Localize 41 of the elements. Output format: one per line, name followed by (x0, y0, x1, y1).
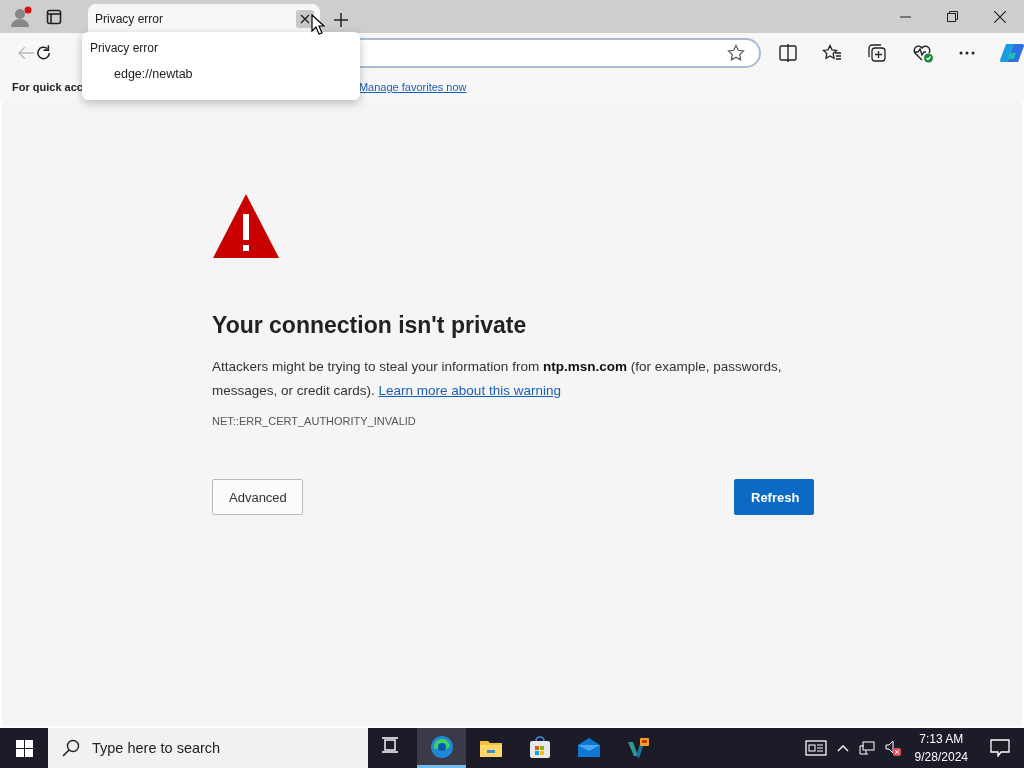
favorites-bar-message: For quick acc (12, 81, 83, 93)
refresh-button[interactable]: Refresh (734, 479, 814, 515)
volume-muted-icon[interactable] (884, 740, 901, 756)
clock-date: 9/28/2024 (914, 749, 968, 766)
profile-icon[interactable] (10, 5, 32, 28)
manage-favorites-link[interactable]: Manage favorites now (358, 81, 467, 93)
notification-icon[interactable] (990, 739, 1010, 757)
browser-tab[interactable]: Privacy error (88, 4, 320, 33)
close-icon[interactable] (994, 10, 1006, 23)
advanced-button[interactable]: Advanced (212, 479, 303, 515)
search-input[interactable]: Type here to search (90, 739, 344, 757)
split-screen-icon[interactable] (779, 43, 797, 62)
copilot-icon[interactable] (1000, 41, 1024, 64)
news-icon[interactable] (804, 740, 827, 756)
error-heading: Your connection isn't private (212, 312, 528, 339)
chevron-up-icon[interactable] (836, 744, 849, 752)
tooltip-url: edge://newtab (114, 67, 193, 81)
star-icon[interactable] (727, 43, 745, 62)
new-tab-icon[interactable] (334, 13, 348, 27)
error-code: NET::ERR_CERT_AUTHORITY_INVALID (212, 415, 417, 427)
collections-icon[interactable] (867, 42, 887, 63)
store-icon (527, 736, 552, 760)
tab-actions-icon[interactable] (46, 8, 62, 25)
warning-icon (212, 192, 280, 260)
tab-title: Privacy error (95, 11, 163, 26)
search-icon (62, 739, 80, 757)
heart-pulse-icon[interactable] (912, 42, 934, 63)
favorites-icon[interactable] (822, 43, 842, 62)
windows-start-icon[interactable] (15, 739, 33, 757)
error-description: Attackers might be trying to steal your information from ntp.msn.com (for example, passwords, messages, or credit cards). Learn more about this warning (212, 358, 783, 400)
tooltip-title: Privacy error (90, 41, 158, 55)
taskbar-search-field[interactable]: Type here to search (48, 728, 368, 768)
browser-icon (429, 734, 454, 759)
network-icon[interactable] (858, 741, 875, 755)
clock-time: 7:13 AM (918, 731, 965, 748)
learn-more-link[interactable]: Learn more about this warning (378, 383, 561, 398)
more-icon[interactable] (959, 50, 975, 55)
refresh-icon[interactable] (35, 43, 53, 62)
restore-icon[interactable] (947, 11, 958, 22)
mail-icon (576, 736, 601, 760)
chart-app-icon (625, 736, 650, 760)
